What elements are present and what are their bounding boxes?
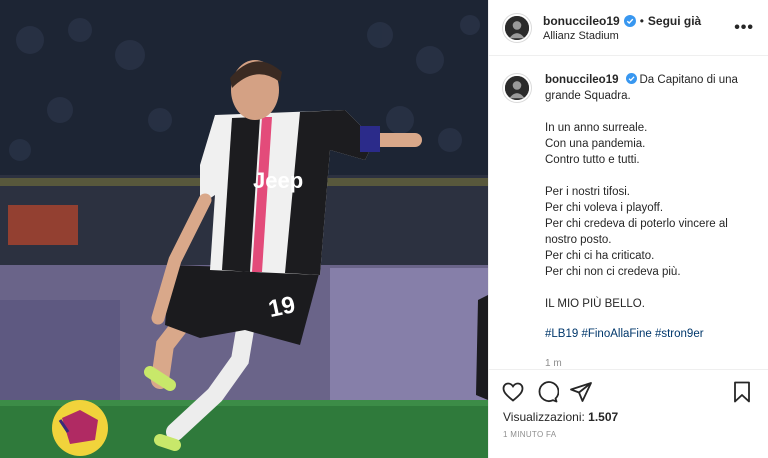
caption-paragraph: IL MIO PIÙ BELLO. (545, 296, 754, 312)
comment-bubble-icon[interactable] (535, 380, 559, 404)
heart-icon[interactable] (501, 380, 525, 404)
caption-paragraph: Per i nostri tifosi. Per chi voleva i pl… (545, 184, 754, 280)
paper-plane-icon[interactable] (569, 380, 593, 404)
username-link[interactable]: bonuccileo19 (543, 14, 620, 28)
bookmark-icon[interactable] (730, 380, 754, 404)
caption-line: IL MIO PIÙ BELLO. (545, 298, 645, 310)
avatar-image (505, 76, 529, 100)
caption-line: Per chi non ci credeva più. (545, 266, 681, 278)
caption-username-link[interactable]: bonuccileo19 (545, 74, 619, 86)
verified-badge-icon (625, 73, 637, 84)
caption-line: Per chi voleva i playoff. (545, 202, 664, 214)
caption-line: Per i nostri tifosi. (545, 186, 630, 198)
caption-line: Contro tutto e tutti. (545, 154, 640, 166)
shorts-number: 19 (266, 291, 298, 323)
views-count[interactable]: Visualizzazioni: 1.507 (489, 410, 768, 424)
avatar[interactable] (503, 13, 531, 42)
location-link[interactable]: Allianz Stadium (543, 30, 734, 42)
football-player-image: Jeep 19 (0, 0, 488, 458)
following-button[interactable]: Segui già (648, 14, 701, 28)
more-options-icon[interactable]: ••• (734, 19, 754, 37)
separator-dot: • (639, 13, 644, 28)
caption-line: In un anno surreale. (545, 122, 648, 134)
post-header: bonuccileo19 • Segui già Allianz Stadium… (489, 0, 768, 56)
verified-badge-icon (623, 14, 636, 27)
caption-timestamp: 1 m (545, 358, 562, 369)
caption-avatar[interactable] (503, 74, 531, 102)
caption-section: bonuccileo19 Da Capitano di una grande S… (489, 56, 768, 370)
caption-paragraph: In un anno surreale. Con una pandemia. C… (545, 120, 754, 168)
post-photo[interactable]: Jeep 19 (0, 0, 488, 458)
caption-line: Per chi ci ha criticato. (545, 250, 655, 262)
caption-text: bonuccileo19 Da Capitano di una grande S… (545, 72, 754, 369)
shirt-sponsor: Jeep (253, 168, 303, 193)
avatar-image (505, 15, 529, 40)
caption-line: Con una pandemia. (545, 138, 646, 150)
views-number: 1.507 (588, 410, 619, 424)
hashtags-link[interactable]: #LB19 #FinoAllaFine #stron9er (545, 326, 754, 342)
post-time-ago: 1 MINUTO FA (503, 430, 557, 439)
views-label: Visualizzazioni: (503, 410, 585, 424)
caption-line: Per chi credeva di poterlo vincere al no… (545, 218, 728, 246)
post-side-panel: bonuccileo19 • Segui già Allianz Stadium… (488, 0, 768, 458)
header-text: bonuccileo19 • Segui già Allianz Stadium (543, 14, 734, 42)
action-bar (489, 370, 768, 410)
